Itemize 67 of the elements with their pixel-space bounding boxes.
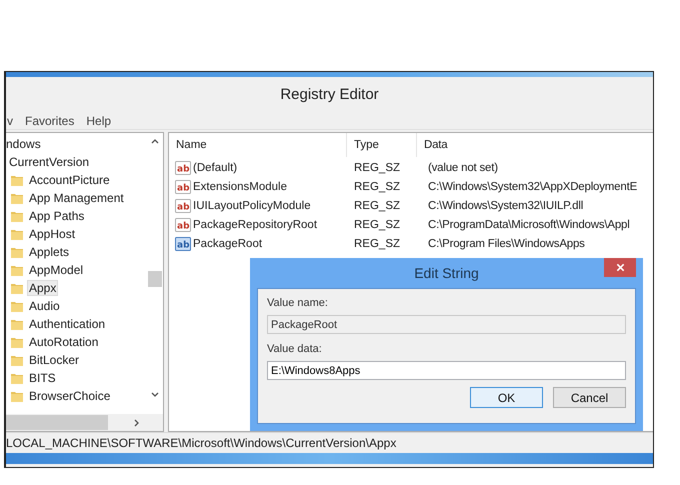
tree-item[interactable]: ndows xyxy=(6,135,41,153)
dialog-title: Edit String xyxy=(414,265,479,281)
table-cell-text: REG_SZ xyxy=(353,180,402,192)
folder-icon xyxy=(10,245,24,259)
tree-item[interactable]: BrowserChoice xyxy=(27,388,112,404)
folder-icon xyxy=(10,389,24,403)
close-icon xyxy=(616,263,624,272)
table-cell-text: REG_SZ xyxy=(353,200,402,212)
string-value-icon: ab xyxy=(175,160,191,174)
ok-button[interactable]: OK xyxy=(470,387,543,408)
folder-icon xyxy=(10,299,24,313)
string-value-icon: ab xyxy=(175,198,191,212)
table-cell-text: C:\Program Files\WindowsApps xyxy=(427,238,586,250)
folder-icon xyxy=(10,281,24,295)
horizontal-scrollbar[interactable] xyxy=(6,414,163,431)
table-cell-text: C:\Windows\System32\IUILP.dll xyxy=(427,200,584,212)
tree-item[interactable]: App Management xyxy=(27,190,126,206)
table-cell-text: REG_SZ xyxy=(353,162,402,174)
scroll-thumb[interactable] xyxy=(6,415,108,430)
string-value-icon: ab xyxy=(175,180,191,194)
tree-item[interactable]: Appx xyxy=(27,280,58,296)
tree-item[interactable]: Audio xyxy=(27,298,62,314)
folder-icon xyxy=(10,209,24,223)
table-cell-text: REG_SZ xyxy=(353,238,402,250)
table-cell-text: C:\Windows\System32\AppXDeploymentE xyxy=(427,180,638,192)
column-header[interactable]: Type xyxy=(347,133,417,157)
field-label: Value data: xyxy=(267,343,323,357)
table-cell[interactable]: ExtensionsModule xyxy=(193,180,287,192)
field-label: Value name: xyxy=(267,297,329,311)
table-cell[interactable]: (Default) xyxy=(193,162,238,174)
menu-item[interactable]: Favorites xyxy=(25,114,74,128)
column-header[interactable]: Name xyxy=(169,133,347,157)
tree-item[interactable]: AutoRotation xyxy=(27,334,100,350)
folder-icon xyxy=(10,317,24,331)
string-value-icon: ab xyxy=(175,218,191,232)
table-cell[interactable]: IUILayoutPolicyModule xyxy=(193,200,311,212)
tree-item[interactable]: AccountPicture xyxy=(27,172,112,188)
value-name-field[interactable]: PackageRoot xyxy=(267,315,626,334)
tree-item[interactable]: Authentication xyxy=(27,316,108,332)
scroll-thumb[interactable] xyxy=(148,271,162,287)
tree-item[interactable]: AppModel xyxy=(27,262,86,278)
window-title: Registry Editor xyxy=(280,86,379,103)
tree-item[interactable]: BITS xyxy=(27,370,58,386)
cancel-button[interactable]: Cancel xyxy=(553,387,626,408)
menu-item[interactable]: Help xyxy=(86,114,112,128)
tree-item[interactable]: App Paths xyxy=(27,208,86,224)
folder-icon xyxy=(10,173,24,187)
value-data-field[interactable]: E:\Windows8Apps xyxy=(267,361,626,380)
tree-item[interactable]: CurrentVersion xyxy=(6,153,90,171)
table-cell[interactable]: PackageRoot xyxy=(193,238,262,250)
tree-item[interactable]: AppHost xyxy=(27,226,78,242)
column-header[interactable]: Data xyxy=(417,133,653,157)
tree-item[interactable]: Applets xyxy=(27,244,72,260)
tree-item[interactable]: BitLocker xyxy=(27,352,82,368)
folder-icon xyxy=(10,227,24,241)
table-cell-text: REG_SZ xyxy=(353,218,402,230)
menu-item[interactable]: v xyxy=(7,114,13,128)
table-cell-text: (value not set) xyxy=(427,162,499,174)
folder-icon xyxy=(10,335,24,349)
table-cell[interactable]: PackageRepositoryRoot xyxy=(193,218,318,230)
string-value-icon: ab xyxy=(175,236,191,250)
close-button[interactable] xyxy=(604,258,636,277)
table-cell-text: C:\ProgramData\Microsoft\Windows\Appl xyxy=(427,218,631,230)
folder-icon xyxy=(10,353,24,367)
folder-icon xyxy=(10,371,24,385)
folder-icon xyxy=(10,263,24,277)
folder-icon xyxy=(10,191,24,205)
